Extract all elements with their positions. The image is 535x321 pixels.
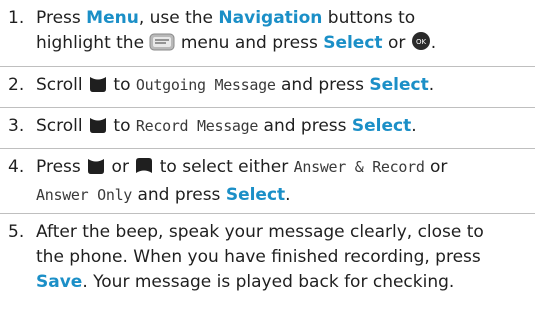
select-key-label: Select: [323, 33, 383, 53]
step-3: 3. Scroll to Record Message and press Se…: [0, 114, 535, 142]
step-5-line-1: After the beep, speak your message clear…: [36, 222, 484, 242]
step-number: 4.: [8, 157, 25, 177]
lcd-menu-text: Record Message: [135, 117, 259, 135]
navigation-key-label: Navigation: [218, 8, 323, 28]
svg-text:OK: OK: [416, 38, 427, 46]
lcd-menu-text: Outgoing Message: [135, 76, 276, 94]
step-5-line-2: the phone. When you have finished record…: [36, 247, 481, 267]
step-number: 2.: [8, 75, 25, 95]
select-key-label: Select: [225, 185, 286, 205]
step-5: 5. After the beep, speak your message cl…: [0, 220, 535, 298]
step-4-line-1: Press or to select either Answer & Recor…: [36, 155, 535, 183]
step-4-line-2: Answer Only and press Select.: [36, 185, 291, 205]
step-4: 4. Press or to select either Answer & Re…: [0, 155, 535, 207]
select-key-label: Select: [369, 75, 429, 95]
step-2: 2. Scroll to Outgoing Message and press …: [0, 73, 535, 101]
step-5-line-3: Save. Your message is played back for ch…: [36, 272, 455, 292]
step-1-line-2: highlight the menu and press Select or O…: [36, 31, 535, 59]
lcd-menu-text: Answer & Record: [293, 158, 425, 176]
scroll-down-icon: [86, 157, 106, 183]
scroll-down-icon: [88, 116, 108, 142]
lcd-menu-text: Answer Only: [36, 186, 133, 204]
scroll-down-icon: [88, 75, 108, 101]
step-1-line-1: Press Menu, use the Navigation buttons t…: [36, 8, 416, 28]
messages-icon: [149, 33, 175, 59]
step-number: 5.: [8, 222, 25, 242]
step-number: 3.: [8, 116, 25, 136]
select-key-label: Select: [351, 116, 412, 136]
menu-key-label: Menu: [86, 8, 139, 28]
ok-button-icon: OK: [411, 31, 431, 59]
step-1: 1. Press Menu, use the Navigation button…: [0, 6, 535, 60]
instruction-steps: 1. Press Menu, use the Navigation button…: [0, 0, 535, 298]
save-key-label: Save: [36, 272, 83, 292]
step-number: 1.: [8, 8, 25, 28]
scroll-up-icon: [134, 157, 154, 183]
